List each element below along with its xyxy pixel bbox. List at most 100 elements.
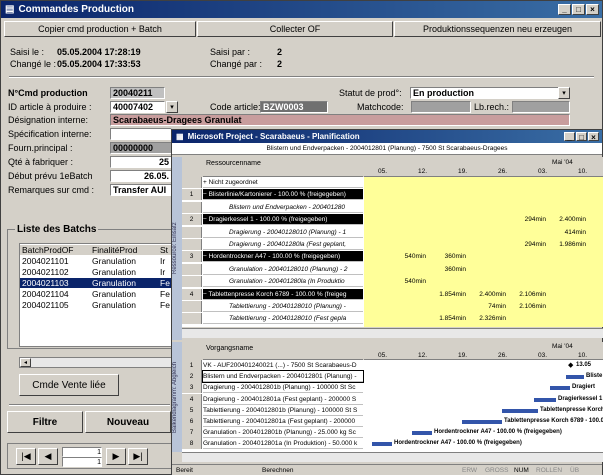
task-row-number[interactable]: 7 xyxy=(182,427,202,439)
maximize-icon[interactable]: □ xyxy=(572,4,585,15)
produktionssequenzen-button[interactable]: Produktionssequenzen neu erzeugen xyxy=(394,21,601,37)
row-number[interactable]: 1 xyxy=(182,189,202,201)
batch-row[interactable]: 2004021105 Granulation Fe xyxy=(20,300,172,310)
assignment-row[interactable]: Granulation - 20040128010 (Planung) - 2 xyxy=(203,264,363,275)
project-maximize-icon[interactable]: □ xyxy=(576,132,587,142)
row-number[interactable] xyxy=(182,239,202,250)
gantt-bar[interactable] xyxy=(534,397,556,402)
task-row[interactable]: VK - AUF200401240021 (...) - 7500 St Sca… xyxy=(203,360,363,371)
nouveau-button[interactable]: Nouveau xyxy=(85,411,171,433)
gantt-bar[interactable] xyxy=(372,442,392,447)
gantt-bar[interactable] xyxy=(550,386,570,391)
idart-dropdown-icon[interactable]: ▾ xyxy=(166,101,178,113)
task-row[interactable]: Tablettierung - 2004012801b (Planung) - … xyxy=(203,405,363,416)
row-number[interactable] xyxy=(182,263,202,275)
task-name-header[interactable]: Vorgangsname xyxy=(203,342,363,360)
row-number[interactable]: 4 xyxy=(182,288,202,300)
resource-row[interactable]: − Blisterlinie/Kartonierer - 100.00 % (f… xyxy=(203,189,363,201)
batch-row[interactable]: 2004021104 Granulation Fe xyxy=(20,289,172,299)
assignment-row[interactable]: Blistern und Endverpacken - 200401280 xyxy=(203,202,363,213)
batch-row-selected[interactable]: 2004021103 Granulation Fe xyxy=(20,278,172,288)
collecter-of-button[interactable]: Collecter OF xyxy=(197,21,393,37)
gantt-bar[interactable] xyxy=(502,408,538,413)
row-number[interactable] xyxy=(182,276,202,288)
batch-row[interactable]: 2004021102 Granulation Ir xyxy=(20,267,172,277)
saisi-value: 05.05.2004 17:28:19 xyxy=(57,47,141,57)
task-row[interactable]: Blistern und Endverpacken - 2004012801 (… xyxy=(202,370,364,384)
first-record-icon[interactable]: |◀ xyxy=(16,448,36,465)
resource-usage-tab[interactable]: Ressource: Einsatz xyxy=(172,157,182,340)
lbrech-field[interactable] xyxy=(512,101,570,113)
resource-row[interactable]: − Dragierkessel 1 - 100.00 % (freigegebe… xyxy=(203,214,363,226)
spec-field[interactable] xyxy=(110,128,172,140)
task-row-number[interactable]: 3 xyxy=(182,382,202,394)
col-finaliteprod[interactable]: FinalitéProd xyxy=(92,245,137,255)
task-row[interactable]: Dragierung - 2004012801b (Planung) - 100… xyxy=(203,382,363,394)
task-row-number[interactable]: 8 xyxy=(182,438,202,450)
row-number[interactable] xyxy=(182,313,202,325)
row-number[interactable] xyxy=(182,201,202,213)
task-row-number[interactable]: 4 xyxy=(182,393,202,405)
copy-cmd-button[interactable]: Copier cmd production + Batch xyxy=(4,21,196,37)
assignment-row[interactable]: Dragierung - 200401280la (Fest geplant, xyxy=(203,239,363,250)
next-record-icon[interactable]: ▶ xyxy=(106,448,126,465)
code-field[interactable]: BZW0003 xyxy=(260,101,328,113)
record-number-field[interactable]: 1 xyxy=(62,447,102,457)
assignment-row[interactable]: Dragierung - 20040128010 (Planung) - 1 xyxy=(203,227,363,238)
last-record-icon[interactable]: ▶| xyxy=(128,448,148,465)
row-number[interactable] xyxy=(182,177,202,188)
minimize-icon[interactable]: _ xyxy=(558,4,571,15)
gantt-bar[interactable] xyxy=(412,431,432,436)
project-entry-bar[interactable]: Blistern und Endverpacken - 2004012801 (… xyxy=(172,143,602,155)
statut-dropdown-icon[interactable]: ▾ xyxy=(558,87,570,99)
qte-field[interactable]: 25 xyxy=(110,156,172,168)
cmde-vente-button[interactable]: Cmde Vente liée xyxy=(19,374,119,396)
rem-field[interactable]: Transfer AUI xyxy=(110,184,172,196)
idart-field[interactable]: 40007402 xyxy=(110,101,165,113)
project-close-icon[interactable]: × xyxy=(588,132,599,142)
task-row-number[interactable]: 1 xyxy=(182,360,202,371)
close-icon[interactable]: × xyxy=(586,4,599,15)
milestone-icon[interactable]: ◆ xyxy=(568,361,573,369)
batchs-hscroll[interactable]: ◂ xyxy=(19,357,173,368)
task-row-number[interactable]: 5 xyxy=(182,404,202,416)
batch-row[interactable]: 2004021101 Granulation Ir xyxy=(20,256,172,266)
debut-field[interactable]: 26.05. xyxy=(110,170,172,182)
gantt-tab[interactable]: Balkendiagramm: Abgleich xyxy=(172,342,182,452)
statut-select[interactable]: En production xyxy=(410,87,570,99)
assignment-row[interactable]: Granulation - 200401280la (In Produktio xyxy=(203,276,363,288)
gantt-bar[interactable] xyxy=(462,420,502,424)
row-number[interactable] xyxy=(182,226,202,238)
project-minimize-icon[interactable]: _ xyxy=(564,132,575,142)
date-col-4: 03. xyxy=(538,168,548,175)
row-number[interactable]: 3 xyxy=(182,251,202,263)
gantt-hscroll[interactable] xyxy=(182,452,603,462)
col-batchprodof[interactable]: BatchProdOF xyxy=(22,245,74,255)
res-name-header[interactable]: Ressourcenname xyxy=(203,157,363,177)
col-st[interactable]: St xyxy=(160,245,168,255)
fourn-field[interactable]: 00000000 xyxy=(110,142,172,154)
design-field[interactable]: Scarabaeus-Dragees Granulat xyxy=(110,114,570,126)
res-hscroll[interactable] xyxy=(182,328,603,338)
task-row[interactable]: Granulation - 2004012801b (Planung) - 25… xyxy=(203,427,363,439)
ncmd-field[interactable]: 20040211 xyxy=(110,87,165,99)
row-number[interactable] xyxy=(182,301,202,312)
assignment-row[interactable]: + Nicht zugeordnet xyxy=(203,177,363,188)
prev-record-icon[interactable]: ◀ xyxy=(38,448,58,465)
task-row[interactable]: Tablettierung - 2004012801a (Fest geplan… xyxy=(203,416,363,427)
batchs-list[interactable]: BatchProdOF FinalitéProd St 2004021101 Gr… xyxy=(19,243,173,347)
match-field[interactable] xyxy=(411,101,471,113)
assignment-row[interactable]: Tablettierung - 20040128010 (Planung) - xyxy=(203,301,363,312)
task-row-number[interactable]: 2 xyxy=(182,371,202,383)
resource-row[interactable]: − Hordentrockner A47 - 100.00 % (freigeg… xyxy=(203,251,363,263)
scroll-left-icon[interactable]: ◂ xyxy=(20,358,31,367)
task-row[interactable]: Granulation - 2004012801a (In Produktion… xyxy=(203,438,363,450)
resource-row[interactable]: − Tablettenpresse Korch 6789 - 100.00 % … xyxy=(203,288,363,300)
row-number[interactable]: 2 xyxy=(182,214,202,226)
gantt-bar[interactable] xyxy=(566,375,584,380)
record-count-field[interactable]: 1 xyxy=(62,457,102,467)
task-row[interactable]: Dragierung - 2004012801a (Fest geplant) … xyxy=(203,394,363,405)
task-row-number[interactable]: 6 xyxy=(182,416,202,427)
assignment-row[interactable]: Tablettierung - 20040128010 (Fest gepla xyxy=(203,313,363,325)
filtre-button[interactable]: Filtre xyxy=(7,411,83,433)
